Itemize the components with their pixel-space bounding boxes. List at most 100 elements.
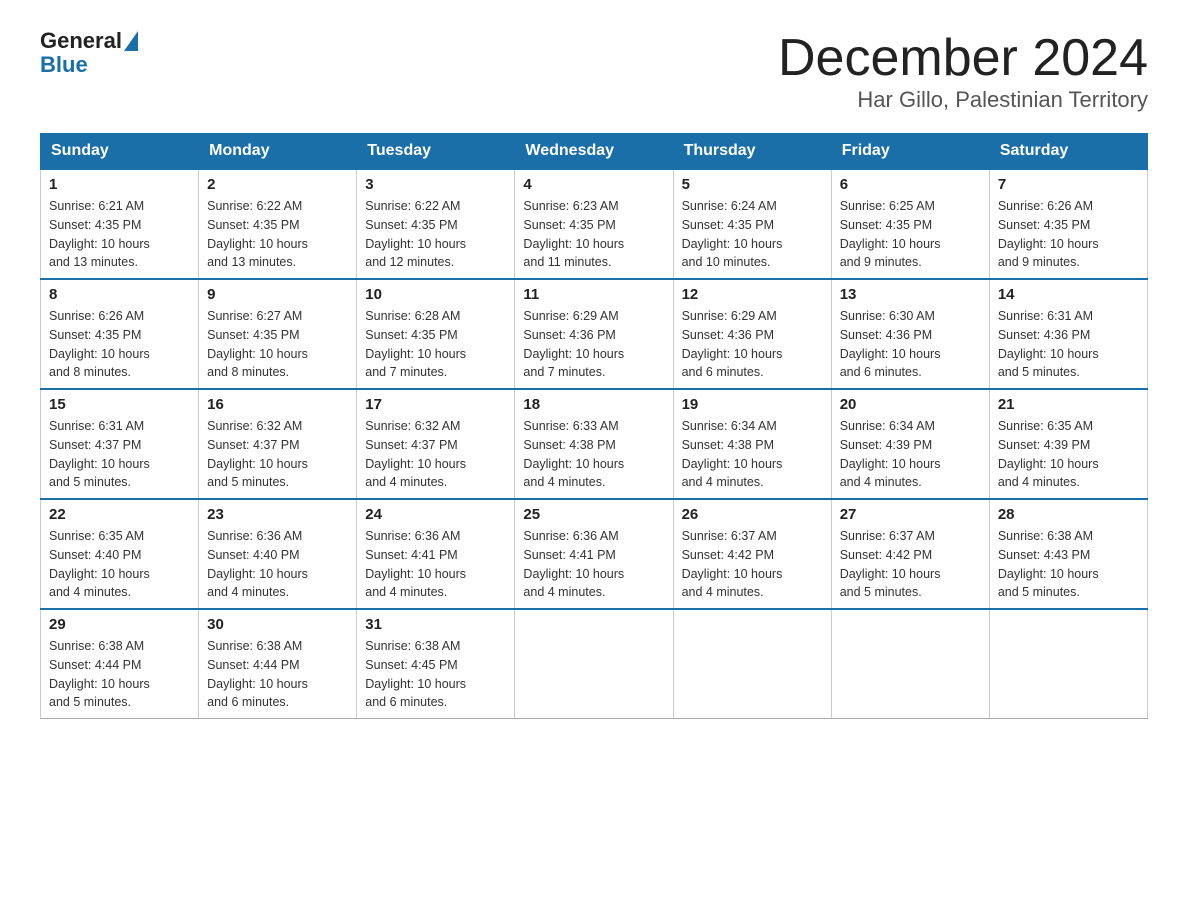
calendar-cell: 9Sunrise: 6:27 AMSunset: 4:35 PMDaylight… (199, 279, 357, 389)
day-number: 2 (207, 176, 348, 193)
week-row-1: 1 Sunrise: 6:21 AMSunset: 4:35 PMDaylight… (41, 169, 1148, 279)
day-number: 30 (207, 616, 348, 633)
week-row-2: 8 Sunrise: 6:26 AMSunset: 4:35 PMDaylight… (41, 279, 1148, 389)
day-number: 15 (49, 396, 190, 413)
day-number: 13 (840, 286, 981, 303)
calendar-cell: 18Sunrise: 6:33 AMSunset: 4:38 PMDayligh… (515, 389, 673, 499)
day-info: Sunrise: 6:36 AMSunset: 4:41 PMDaylight:… (365, 527, 506, 602)
calendar-cell (673, 609, 831, 719)
day-info: Sunrise: 6:23 AMSunset: 4:35 PMDaylight:… (523, 197, 664, 272)
calendar-cell (831, 609, 989, 719)
day-info: Sunrise: 6:24 AMSunset: 4:35 PMDaylight:… (682, 197, 823, 272)
day-info: Sunrise: 6:38 AMSunset: 4:45 PMDaylight:… (365, 637, 506, 712)
calendar-cell: 17 Sunrise: 6:32 AMSunset: 4:37 PMDayligh… (357, 389, 515, 499)
day-info: Sunrise: 6:33 AMSunset: 4:38 PMDaylight:… (523, 417, 664, 492)
day-info: Sunrise: 6:35 AMSunset: 4:39 PMDaylight:… (998, 417, 1139, 492)
calendar-cell: 6 Sunrise: 6:25 AMSunset: 4:35 PMDaylight… (831, 169, 989, 279)
calendar-cell: 25 Sunrise: 6:36 AMSunset: 4:41 PMDayligh… (515, 499, 673, 609)
day-info: Sunrise: 6:27 AMSunset: 4:35 PMDaylight:… (207, 307, 348, 382)
day-number: 1 (49, 176, 190, 193)
calendar-cell: 8 Sunrise: 6:26 AMSunset: 4:35 PMDaylight… (41, 279, 199, 389)
day-info: Sunrise: 6:32 AMSunset: 4:37 PMDaylight:… (365, 417, 506, 492)
header-saturday: Saturday (989, 134, 1147, 170)
header-wednesday: Wednesday (515, 134, 673, 170)
calendar-cell: 2 Sunrise: 6:22 AMSunset: 4:35 PMDaylight… (199, 169, 357, 279)
week-row-4: 22Sunrise: 6:35 AMSunset: 4:40 PMDayligh… (41, 499, 1148, 609)
day-info: Sunrise: 6:26 AMSunset: 4:35 PMDaylight:… (49, 307, 190, 382)
calendar-subtitle: Har Gillo, Palestinian Territory (778, 87, 1148, 113)
header-monday: Monday (199, 134, 357, 170)
day-number: 6 (840, 176, 981, 193)
day-info: Sunrise: 6:38 AMSunset: 4:43 PMDaylight:… (998, 527, 1139, 602)
day-info: Sunrise: 6:36 AMSunset: 4:41 PMDaylight:… (523, 527, 664, 602)
day-number: 12 (682, 286, 823, 303)
calendar-cell: 30 Sunrise: 6:38 AMSunset: 4:44 PMDayligh… (199, 609, 357, 719)
day-number: 29 (49, 616, 190, 633)
calendar-cell: 7 Sunrise: 6:26 AMSunset: 4:35 PMDaylight… (989, 169, 1147, 279)
calendar-cell: 1 Sunrise: 6:21 AMSunset: 4:35 PMDaylight… (41, 169, 199, 279)
day-number: 24 (365, 506, 506, 523)
calendar-cell: 23 Sunrise: 6:36 AMSunset: 4:40 PMDayligh… (199, 499, 357, 609)
header-friday: Friday (831, 134, 989, 170)
day-number: 28 (998, 506, 1139, 523)
day-info: Sunrise: 6:37 AMSunset: 4:42 PMDaylight:… (840, 527, 981, 602)
calendar-cell: 3 Sunrise: 6:22 AMSunset: 4:35 PMDaylight… (357, 169, 515, 279)
day-info: Sunrise: 6:26 AMSunset: 4:35 PMDaylight:… (998, 197, 1139, 272)
day-info: Sunrise: 6:22 AMSunset: 4:35 PMDaylight:… (207, 197, 348, 272)
calendar-header-row: SundayMondayTuesdayWednesdayThursdayFrid… (41, 134, 1148, 170)
calendar-cell: 31 Sunrise: 6:38 AMSunset: 4:45 PMDayligh… (357, 609, 515, 719)
header-tuesday: Tuesday (357, 134, 515, 170)
day-number: 25 (523, 506, 664, 523)
calendar-cell: 4Sunrise: 6:23 AMSunset: 4:35 PMDaylight… (515, 169, 673, 279)
logo-general-text: General (40, 30, 122, 52)
calendar-cell: 5Sunrise: 6:24 AMSunset: 4:35 PMDaylight… (673, 169, 831, 279)
day-info: Sunrise: 6:34 AMSunset: 4:39 PMDaylight:… (840, 417, 981, 492)
header-thursday: Thursday (673, 134, 831, 170)
day-number: 23 (207, 506, 348, 523)
day-info: Sunrise: 6:32 AMSunset: 4:37 PMDaylight:… (207, 417, 348, 492)
day-info: Sunrise: 6:21 AMSunset: 4:35 PMDaylight:… (49, 197, 190, 272)
calendar-cell: 20 Sunrise: 6:34 AMSunset: 4:39 PMDayligh… (831, 389, 989, 499)
calendar-cell (515, 609, 673, 719)
day-info: Sunrise: 6:29 AMSunset: 4:36 PMDaylight:… (523, 307, 664, 382)
day-info: Sunrise: 6:28 AMSunset: 4:35 PMDaylight:… (365, 307, 506, 382)
logo-top: General (40, 30, 140, 52)
calendar-cell: 28 Sunrise: 6:38 AMSunset: 4:43 PMDayligh… (989, 499, 1147, 609)
calendar-cell (989, 609, 1147, 719)
day-number: 10 (365, 286, 506, 303)
calendar-title: December 2024 (778, 30, 1148, 87)
calendar-cell: 13 Sunrise: 6:30 AMSunset: 4:36 PMDayligh… (831, 279, 989, 389)
week-row-3: 15Sunrise: 6:31 AMSunset: 4:37 PMDayligh… (41, 389, 1148, 499)
day-number: 8 (49, 286, 190, 303)
calendar-cell: 11Sunrise: 6:29 AMSunset: 4:36 PMDayligh… (515, 279, 673, 389)
calendar-cell: 29 Sunrise: 6:38 AMSunset: 4:44 PMDayligh… (41, 609, 199, 719)
day-number: 16 (207, 396, 348, 413)
day-number: 7 (998, 176, 1139, 193)
day-number: 14 (998, 286, 1139, 303)
logo-triangle-icon (124, 31, 138, 51)
day-number: 26 (682, 506, 823, 523)
calendar-cell: 16 Sunrise: 6:32 AMSunset: 4:37 PMDayligh… (199, 389, 357, 499)
day-number: 21 (998, 396, 1139, 413)
day-number: 20 (840, 396, 981, 413)
day-info: Sunrise: 6:25 AMSunset: 4:35 PMDaylight:… (840, 197, 981, 272)
day-info: Sunrise: 6:34 AMSunset: 4:38 PMDaylight:… (682, 417, 823, 492)
day-number: 27 (840, 506, 981, 523)
day-info: Sunrise: 6:22 AMSunset: 4:35 PMDaylight:… (365, 197, 506, 272)
day-info: Sunrise: 6:30 AMSunset: 4:36 PMDaylight:… (840, 307, 981, 382)
day-info: Sunrise: 6:38 AMSunset: 4:44 PMDaylight:… (207, 637, 348, 712)
day-info: Sunrise: 6:35 AMSunset: 4:40 PMDaylight:… (49, 527, 190, 602)
day-info: Sunrise: 6:29 AMSunset: 4:36 PMDaylight:… (682, 307, 823, 382)
calendar-cell: 19 Sunrise: 6:34 AMSunset: 4:38 PMDayligh… (673, 389, 831, 499)
calendar-cell: 26Sunrise: 6:37 AMSunset: 4:42 PMDayligh… (673, 499, 831, 609)
day-number: 17 (365, 396, 506, 413)
day-info: Sunrise: 6:38 AMSunset: 4:44 PMDaylight:… (49, 637, 190, 712)
day-number: 31 (365, 616, 506, 633)
day-number: 19 (682, 396, 823, 413)
day-info: Sunrise: 6:36 AMSunset: 4:40 PMDaylight:… (207, 527, 348, 602)
page-header: General Blue December 2024 Har Gillo, Pa… (40, 30, 1148, 113)
calendar-cell: 15Sunrise: 6:31 AMSunset: 4:37 PMDayligh… (41, 389, 199, 499)
week-row-5: 29 Sunrise: 6:38 AMSunset: 4:44 PMDayligh… (41, 609, 1148, 719)
calendar-cell: 14Sunrise: 6:31 AMSunset: 4:36 PMDayligh… (989, 279, 1147, 389)
day-number: 3 (365, 176, 506, 193)
